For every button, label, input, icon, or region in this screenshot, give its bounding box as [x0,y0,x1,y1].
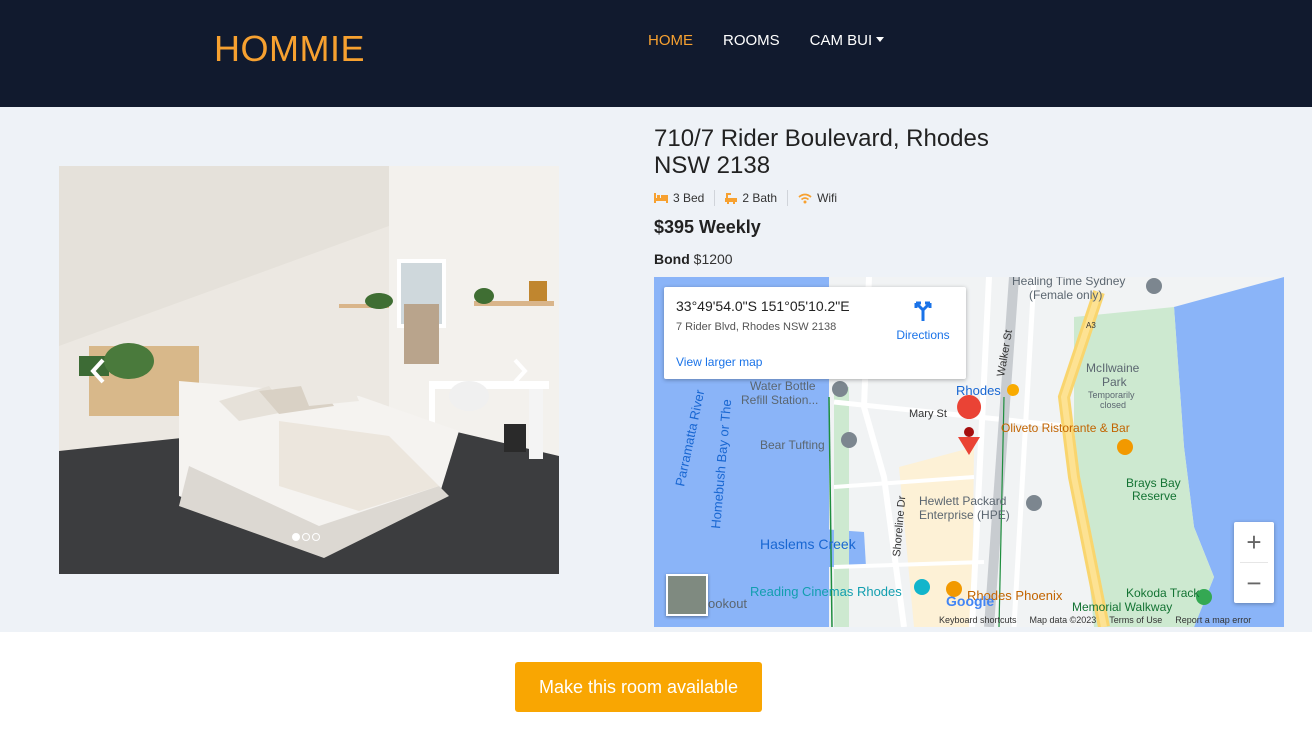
carousel-prev-button[interactable] [87,356,111,386]
map-label: Haslems Creek [760,536,857,552]
map-label: Park [1102,375,1128,389]
map-label: Reserve [1132,489,1177,503]
listing-info: 710/7 Rider Boulevard, Rhodes NSW 2138 3 … [654,125,1014,267]
feature-bath: 2 Bath [725,190,789,206]
map-label: Mary St [909,408,947,420]
listing-address: 710/7 Rider Boulevard, Rhodes NSW 2138 [654,125,1014,179]
listing-features: 3 Bed 2 Bath Wifi [654,190,1014,206]
bath-icon [725,192,738,204]
listing-price: $395 Weekly [654,217,761,237]
google-logo: Google [946,593,995,609]
feature-bath-label: 2 Bath [742,191,778,205]
satellite-toggle[interactable] [666,574,708,616]
main-nav: HOME ROOMS CAM BUI [648,32,914,49]
navbar: HOMMIE HOME ROOMS CAM BUI [0,0,1312,107]
map-label: Kokoda Track [1126,586,1200,600]
map-label: Refill Station... [741,393,818,407]
report-map-error-link[interactable]: Report a map error [1175,615,1251,625]
map-label: Bear Tufting [760,438,825,452]
map-label: (Female only) [1029,288,1102,302]
caret-down-icon [876,36,885,42]
carousel-indicator[interactable] [292,533,300,541]
directions-icon [914,301,932,321]
listing-section: 710/7 Rider Boulevard, Rhodes NSW 2138 3 … [0,107,1312,632]
carousel-next-button[interactable] [507,356,531,386]
user-dropdown[interactable]: CAM BUI [810,32,885,49]
map-label: Rhodes [956,383,1001,398]
wifi-icon [798,193,812,203]
room-photo [59,166,559,574]
map-label: Enterprise (HPE) [919,508,1010,522]
view-larger-map-link[interactable]: View larger map [676,355,762,369]
room-photo-carousel[interactable] [59,166,559,574]
map-label: ookout [708,596,747,611]
zoom-out-button[interactable]: − [1234,563,1274,603]
make-available-button[interactable]: Make this room available [515,662,762,712]
map-label: Temporarily [1088,390,1135,400]
feature-bed-label: 3 Bed [673,191,705,205]
chevron-left-icon [90,358,105,384]
directions-label: Directions [896,328,950,342]
feature-bed: 3 Bed [654,190,716,206]
carousel-indicators [292,533,320,541]
address-line-1: 710/7 Rider Boulevard, Rhodes [654,125,989,152]
feature-wifi-label: Wifi [817,191,838,205]
keyboard-shortcuts-link[interactable]: Keyboard shortcuts [939,615,1017,625]
map-info-card: 33°49'54.0"S 151°05'10.2"E 7 Rider Blvd,… [664,287,966,379]
directions-button[interactable]: Directions [893,299,953,342]
address-line-2: NSW 2138 [654,152,771,179]
terms-of-use-link[interactable]: Terms of Use [1109,615,1162,625]
bond-label: Bond [654,251,690,267]
location-map[interactable]: Healing Time Sydney (Female only) Water … [654,277,1284,627]
map-label: closed [1100,400,1126,410]
zoom-in-button[interactable]: + [1234,522,1274,562]
chevron-right-icon [513,358,528,384]
map-label: Hewlett Packard [919,494,1006,508]
bed-icon [654,193,668,203]
map-label: Brays Bay [1126,476,1181,490]
nav-rooms[interactable]: ROOMS [723,32,780,49]
brand-logo[interactable]: HOMMIE [214,28,365,70]
carousel-indicator[interactable] [302,533,310,541]
map-label: Reading Cinemas Rhodes [750,584,902,599]
map-label: McIlwaine [1086,361,1140,375]
map-label: Oliveto Ristorante & Bar [1001,421,1130,435]
map-address: 7 Rider Blvd, Rhodes NSW 2138 [676,321,837,333]
listing-bond: Bond $1200 [654,251,1014,267]
nav-home[interactable]: HOME [648,32,693,49]
feature-wifi: Wifi [798,190,847,206]
user-name: CAM BUI [809,32,873,49]
map-data-text: Map data ©2023 [1029,615,1097,625]
map-label: Healing Time Sydney [1012,277,1125,288]
map-attribution: Keyboard shortcuts Map data ©2023 Terms … [939,615,1251,625]
map-zoom-controls: + − [1234,522,1274,603]
carousel-indicator[interactable] [312,533,320,541]
map-label: Water Bottle [750,379,816,393]
map-label: A3 [1086,321,1096,330]
map-coordinates: 33°49'54.0"S 151°05'10.2"E [676,298,850,314]
map-label: Memorial Walkway [1072,600,1172,614]
bond-value: $1200 [693,251,733,267]
